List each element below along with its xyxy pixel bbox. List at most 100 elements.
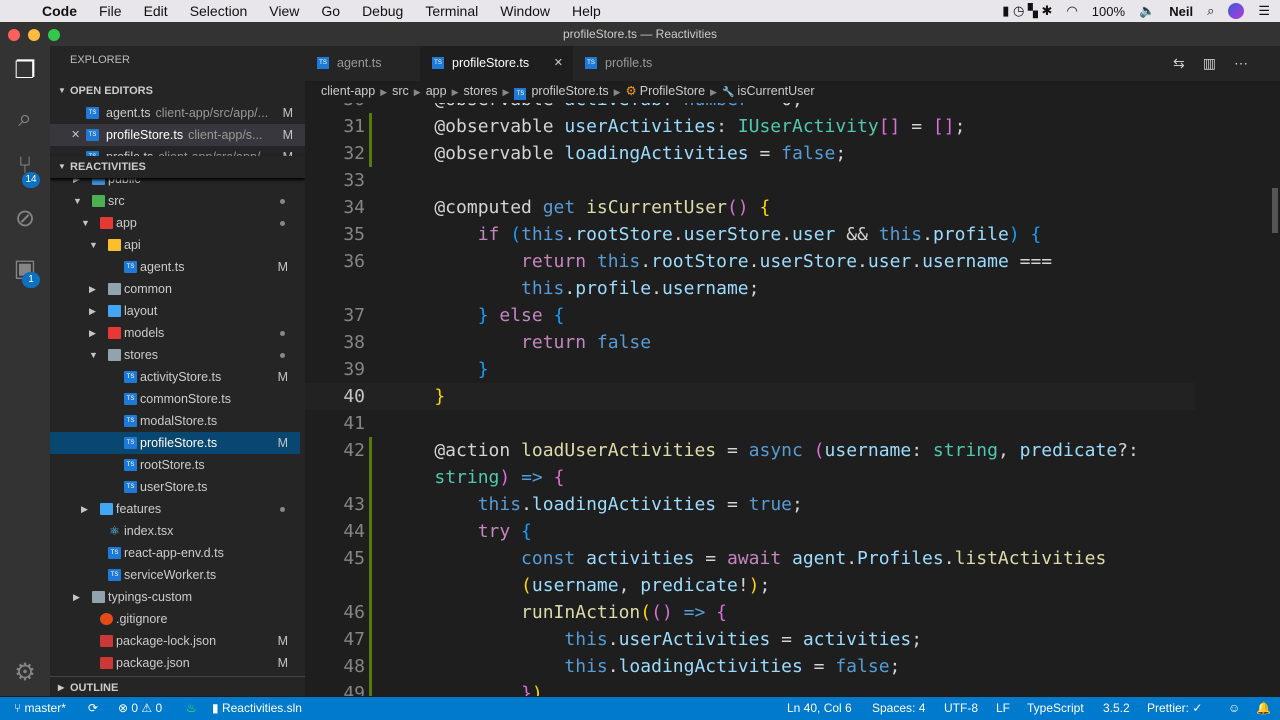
folder-item[interactable]: ▼ api — [50, 234, 300, 256]
menu-edit[interactable]: Edit — [133, 3, 179, 19]
notification-center-icon[interactable]: ☰ — [1258, 3, 1270, 19]
folder-item[interactable]: ▶ models — [50, 322, 300, 344]
chevron-right-icon[interactable]: ▶ — [89, 278, 96, 300]
file-item[interactable]: TS profileStore.ts M — [50, 432, 300, 454]
flame-icon[interactable]: ♨ — [186, 697, 197, 720]
editor-actions[interactable]: ⇆▥⋯ — [1173, 55, 1266, 72]
menu-view[interactable]: View — [258, 3, 310, 19]
folder-item[interactable]: ▶ common — [50, 278, 300, 300]
chevron-down-icon[interactable]: ▼ — [73, 190, 82, 212]
code-token: activeTab — [564, 103, 662, 110]
chevron-down-icon[interactable]: ▼ — [89, 234, 98, 256]
tab-profile-ts[interactable]: TS profile.ts — [573, 46, 686, 81]
breadcrumb-item[interactable]: client-app — [321, 84, 375, 98]
project-header[interactable]: ▼ REACTIVITIES — [50, 156, 305, 178]
item-label: src — [108, 194, 125, 208]
file-item[interactable]: TS agent.ts M — [50, 256, 300, 278]
minimize-window-button[interactable] — [28, 29, 40, 41]
menu-selection[interactable]: Selection — [179, 3, 259, 19]
chevron-down-icon[interactable]: ▼ — [89, 344, 98, 366]
chevron-right-icon[interactable]: ▶ — [89, 322, 96, 344]
code-editor[interactable]: 30 @observable activeTab: number = 0;31 … — [305, 103, 1280, 696]
debug-icon[interactable]: ⊘ — [10, 204, 40, 234]
zoom-window-button[interactable] — [48, 29, 60, 41]
close-editor-icon[interactable]: ✕ — [71, 124, 80, 146]
folder-item[interactable]: ▼ stores — [50, 344, 300, 366]
siri-icon[interactable] — [1228, 3, 1245, 19]
menu-terminal[interactable]: Terminal — [414, 3, 489, 19]
ts-version[interactable]: 3.5.2 — [1103, 697, 1130, 720]
explorer-sidebar: EXPLORER TS agent.ts client-app/src/app/..… — [50, 46, 305, 696]
file-item[interactable]: .gitignore — [50, 608, 300, 630]
breadcrumb-item[interactable]: stores — [464, 84, 498, 98]
folder-item[interactable]: ▼ src — [50, 190, 300, 212]
tab-profileStore-ts[interactable]: TS profileStore.ts ✕ — [420, 46, 573, 81]
close-window-button[interactable] — [8, 29, 20, 41]
cursor-position[interactable]: Ln 40, Col 6 — [787, 697, 852, 720]
file-item[interactable]: TS react-app-env.d.ts — [50, 542, 300, 564]
search-icon[interactable]: ⌕ — [10, 104, 40, 134]
file-item[interactable]: TS rootStore.ts — [50, 454, 300, 476]
prettier-status[interactable]: Prettier: ✓ — [1147, 697, 1202, 720]
feedback-icon[interactable]: ☺ — [1228, 697, 1240, 720]
toolbar-status-icons[interactable]: ▮ ◷ ▚ ✱ — [1002, 3, 1052, 19]
code-text: @observable userActivities: IUserActivit… — [391, 113, 965, 140]
file-item[interactable]: TS activityStore.ts M — [50, 366, 300, 388]
indentation[interactable]: Spaces: 4 — [872, 697, 925, 720]
chevron-right-icon[interactable]: ▶ — [73, 586, 80, 608]
battery-label[interactable]: 100% — [1092, 4, 1125, 19]
branch-indicator[interactable]: ⑂ master* — [14, 697, 66, 720]
open-editor-item[interactable]: ✕ TS profileStore.ts client-app/s... M — [50, 124, 305, 146]
code-token: { — [521, 521, 532, 542]
folder-item[interactable]: ▶ typings-custom — [50, 586, 300, 608]
sync-icon[interactable]: ⟳ — [88, 697, 98, 720]
language-mode[interactable]: TypeScript — [1027, 697, 1084, 720]
editor-scrollbar[interactable] — [1272, 188, 1278, 233]
git-gutter-modified — [369, 437, 372, 464]
chevron-right-icon[interactable]: ▶ — [81, 498, 88, 520]
open-editors-header[interactable]: ▼ OPEN EDITORS — [50, 80, 305, 102]
file-item[interactable]: TS modalStore.ts — [50, 410, 300, 432]
breadcrumb-item[interactable]: src — [392, 84, 409, 98]
outline-header[interactable]: ▶ OUTLINE — [50, 676, 305, 696]
settings-gear-icon[interactable]: ⚙ — [10, 658, 40, 688]
file-item[interactable]: package.json M — [50, 652, 300, 674]
file-item[interactable]: TS userStore.ts — [50, 476, 300, 498]
user-name[interactable]: Neil — [1169, 4, 1193, 19]
menu-app[interactable]: Code — [31, 3, 88, 19]
breadcrumb-item[interactable]: app — [426, 84, 447, 98]
menu-go[interactable]: Go — [310, 3, 351, 19]
problems-indicator[interactable]: ⊗ 0 ⚠ 0 — [118, 697, 162, 720]
menu-window[interactable]: Window — [489, 3, 561, 19]
menu-file[interactable]: File — [88, 3, 133, 19]
notifications-bell-icon[interactable]: 🔔 — [1256, 697, 1271, 720]
chevron-right-icon[interactable]: ▶ — [89, 300, 96, 322]
code-text: } else { — [391, 302, 565, 329]
chevron-down-icon[interactable]: ▼ — [81, 212, 90, 234]
solution-indicator[interactable]: ▮ Reactivities.sln — [212, 697, 302, 720]
folder-item[interactable]: ▼ app — [50, 212, 300, 234]
menu-help[interactable]: Help — [561, 3, 612, 19]
wifi-icon[interactable]: ◠ — [1066, 3, 1077, 19]
folder-icon — [108, 239, 121, 251]
breadcrumb-item[interactable]: ProfileStore — [640, 84, 705, 98]
close-tab-icon[interactable]: ✕ — [554, 46, 563, 81]
menu-debug[interactable]: Debug — [351, 3, 414, 19]
eol[interactable]: LF — [996, 697, 1010, 720]
encoding[interactable]: UTF-8 — [944, 697, 978, 720]
file-item[interactable]: ⚛ index.tsx — [50, 520, 300, 542]
explorer-icon[interactable]: ❐ — [10, 56, 40, 86]
breadcrumb-item[interactable]: profileStore.ts — [531, 84, 608, 98]
open-editor-item[interactable]: TS agent.ts client-app/src/app/... M — [50, 102, 305, 124]
file-item[interactable]: TS commonStore.ts — [50, 388, 300, 410]
folder-item[interactable]: ▶ layout — [50, 300, 300, 322]
folder-item[interactable]: ▶ features — [50, 498, 300, 520]
spotlight-icon[interactable]: ⌕ — [1207, 3, 1214, 19]
tab-agent-ts[interactable]: TS agent.ts — [305, 46, 420, 81]
code-token: loadingActivities — [618, 656, 803, 677]
file-item[interactable]: TS serviceWorker.ts — [50, 564, 300, 586]
breadcrumb-item[interactable]: isCurrentUser — [737, 84, 814, 98]
volume-icon[interactable]: 🔈 — [1139, 3, 1155, 19]
file-item[interactable]: package-lock.json M — [50, 630, 300, 652]
